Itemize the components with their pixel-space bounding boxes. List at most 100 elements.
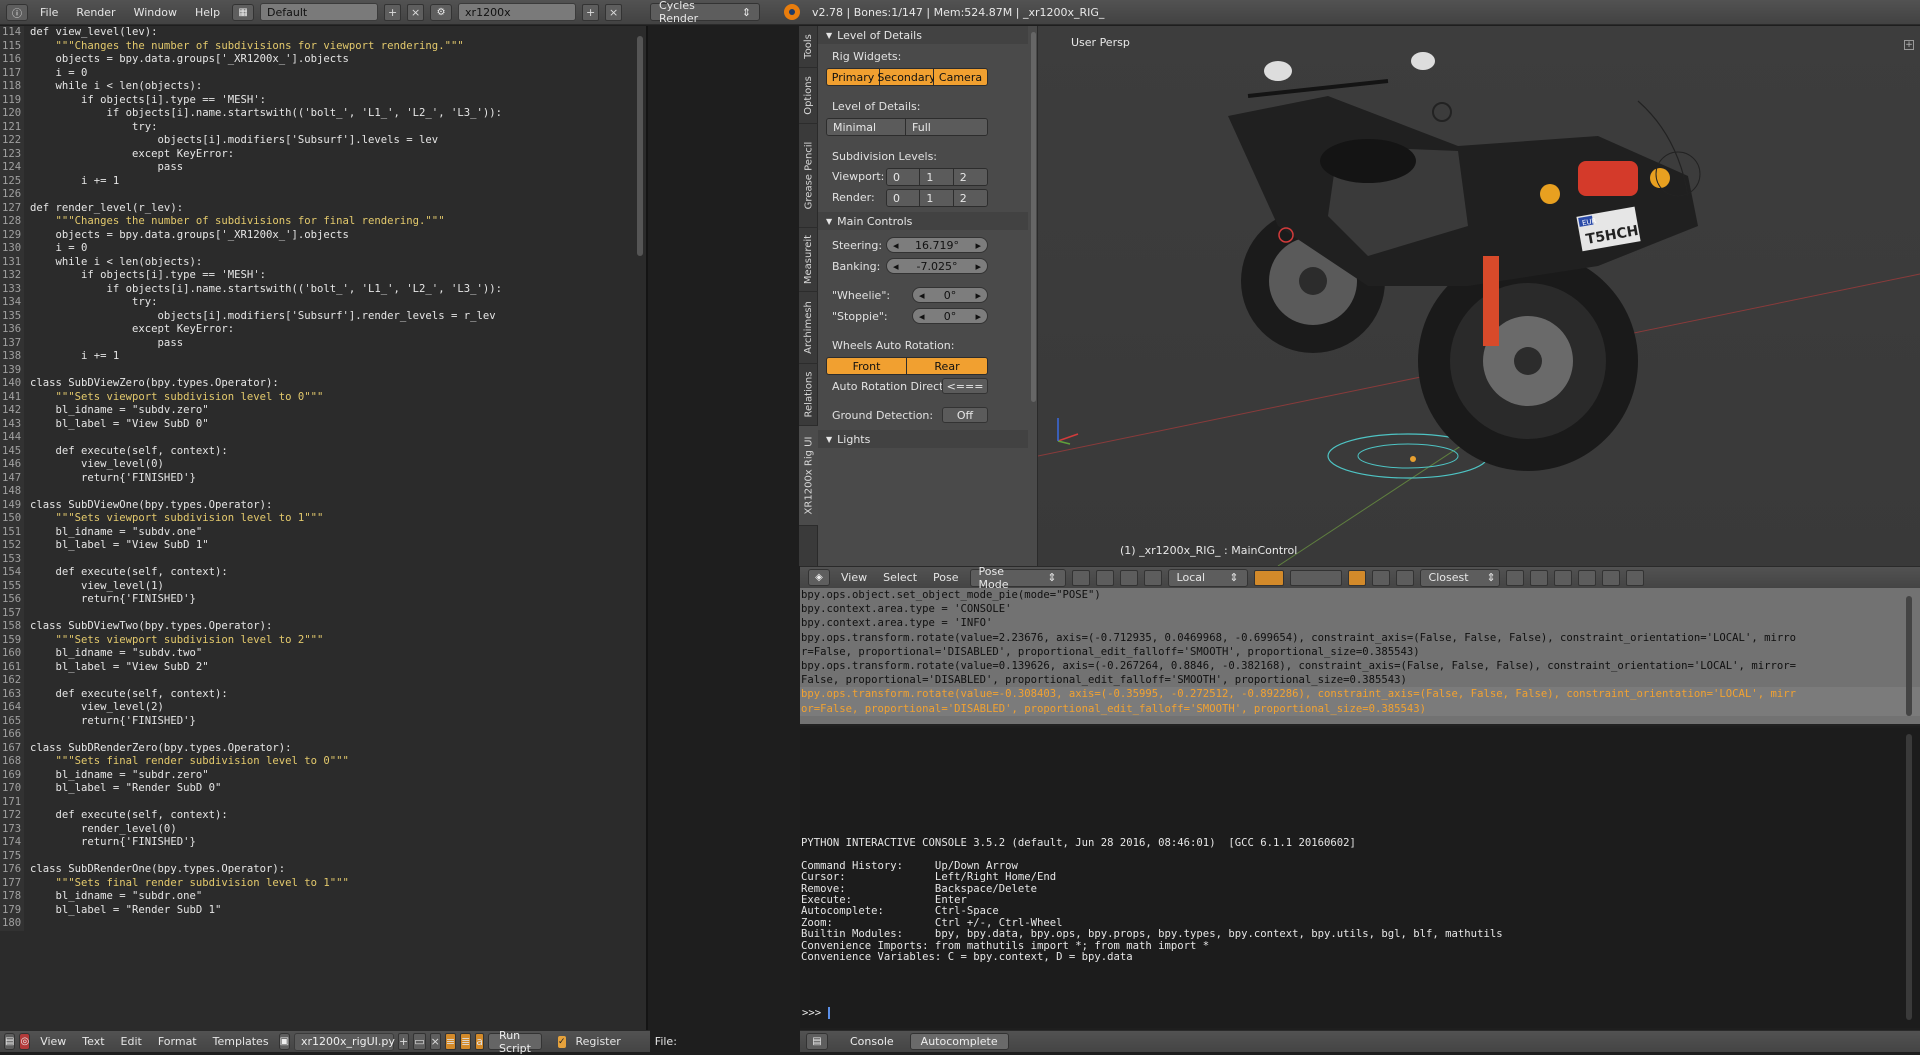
render-level-1[interactable]: 1 xyxy=(920,190,954,206)
code-line[interactable]: 164 view_level(2) xyxy=(0,701,632,715)
text-scrollbar[interactable] xyxy=(637,36,643,256)
info-editor-icon[interactable]: ⓘ xyxy=(6,3,28,21)
menu-view[interactable]: View xyxy=(836,571,872,584)
level-of-details-header[interactable]: ▼ Level of Details xyxy=(818,26,1028,44)
code-line[interactable]: 129 objects = bpy.data.groups['_XR1200x_… xyxy=(0,228,632,242)
code-line[interactable]: 132 if objects[i].type == 'MESH': xyxy=(0,269,632,283)
code-line[interactable]: 121 try: xyxy=(0,120,632,134)
code-line[interactable]: 172 def execute(self, context): xyxy=(0,809,632,823)
code-line[interactable]: 143 bl_label = "View SubD 0" xyxy=(0,417,632,431)
stoppie-slider[interactable]: ◂ 0° ▸ xyxy=(912,308,988,324)
editor-type-icon[interactable]: ◈ xyxy=(808,569,830,586)
auto-rotation-direction-button[interactable]: <=== xyxy=(942,378,988,394)
manipulator-icon[interactable] xyxy=(1119,569,1138,586)
code-line[interactable]: 154 def execute(self, context): xyxy=(0,566,632,580)
increment-arrow-icon[interactable]: ▸ xyxy=(975,310,981,323)
code-line[interactable]: 162 xyxy=(0,674,632,688)
camera-button[interactable]: Camera xyxy=(934,69,987,85)
mode-dropdown[interactable]: Pose Mode ⇕ xyxy=(969,565,1066,591)
render-animation-icon[interactable] xyxy=(1553,569,1572,586)
menu-pose[interactable]: Pose xyxy=(928,571,963,584)
line-numbers-toggle-icon[interactable]: ≡ xyxy=(444,1033,457,1050)
render-preview-icon[interactable] xyxy=(1529,569,1548,586)
menu-edit[interactable]: Edit xyxy=(115,1035,148,1048)
code-line[interactable]: 169 bl_idname = "subdr.zero" xyxy=(0,768,632,782)
3d-viewport[interactable]: User Persp EUR T5HCH (1) _xr1200x_RIG_:… xyxy=(1038,26,1920,566)
orientation-dropdown[interactable]: Local ⇕ xyxy=(1167,568,1248,587)
code-line[interactable]: 115 """Changes the number of subdivision… xyxy=(0,39,632,53)
log-line[interactable]: bpy.context.area.type = 'INFO' xyxy=(800,616,1920,630)
syntax-highlight-toggle-icon[interactable]: a xyxy=(475,1033,485,1050)
viewport-level-0[interactable]: 0 xyxy=(887,169,921,185)
snap-target-dropdown[interactable]: Closest ⇕ xyxy=(1419,568,1500,587)
code-line[interactable]: 160 bl_idname = "subdv.two" xyxy=(0,647,632,661)
code-line[interactable]: 158 class SubDViewTwo(bpy.types.Operator)… xyxy=(0,620,632,634)
wheelie-slider[interactable]: ◂ 0° ▸ xyxy=(912,287,988,303)
paste-pose-icon[interactable] xyxy=(1601,569,1620,586)
log-line[interactable]: r=False, proportional='DISABLED', propor… xyxy=(800,645,1920,659)
editor-type-icon[interactable]: ▤ xyxy=(806,1033,828,1050)
tab-relations[interactable]: Relations xyxy=(799,364,818,426)
code-line[interactable]: 124 pass xyxy=(0,161,632,175)
log-line[interactable]: False, proportional='DISABLED', proporti… xyxy=(800,673,1920,687)
region-toggle-plus-icon[interactable]: + xyxy=(1904,40,1914,50)
full-button[interactable]: Full xyxy=(906,119,987,135)
code-line[interactable]: 123 except KeyError: xyxy=(0,147,632,161)
menu-render[interactable]: Render xyxy=(70,6,121,19)
info-log[interactable]: bpy.ops.object.set_object_mode_pie(mode=… xyxy=(800,588,1920,726)
delete-scene-button[interactable]: × xyxy=(605,3,623,21)
delete-screen-button[interactable]: × xyxy=(407,3,425,21)
menu-help[interactable]: Help xyxy=(189,6,226,19)
code-line[interactable]: 114 def view_level(lev): xyxy=(0,26,632,40)
code-line[interactable]: 118 while i < len(objects): xyxy=(0,80,632,94)
code-line[interactable]: 142 bl_idname = "subdv.zero" xyxy=(0,404,632,418)
text-editor[interactable]: 114 def view_level(lev): 115 """Changes th… xyxy=(0,26,648,1030)
code-line[interactable]: 153 xyxy=(0,552,632,566)
code-line[interactable]: 180 xyxy=(0,917,632,931)
panel-scrollbar[interactable] xyxy=(1031,32,1036,402)
code-line[interactable]: 156 return{'FINISHED'} xyxy=(0,593,632,607)
code-line[interactable]: 138 i += 1 xyxy=(0,350,632,364)
log-line[interactable]: bpy.ops.transform.rotate(value=-0.308403… xyxy=(800,687,1920,702)
code-line[interactable]: 155 view_level(1) xyxy=(0,579,632,593)
run-script-button[interactable]: Run Script xyxy=(488,1029,542,1055)
increment-arrow-icon[interactable]: ▸ xyxy=(975,239,981,252)
log-line[interactable]: bpy.ops.transform.rotate(value=2.23676, … xyxy=(800,631,1920,645)
code-line[interactable]: 130 i = 0 xyxy=(0,242,632,256)
decrement-arrow-icon[interactable]: ◂ xyxy=(893,239,899,252)
decrement-arrow-icon[interactable]: ◂ xyxy=(919,310,925,323)
tab-tools[interactable]: Tools xyxy=(799,26,818,68)
motorcycle-scene[interactable]: EUR T5HCH xyxy=(1038,26,1920,566)
scene-field[interactable]: xr1200x xyxy=(458,3,577,21)
code-line[interactable]: 126 xyxy=(0,188,632,202)
code-area[interactable]: 114 def view_level(lev): 115 """Changes th… xyxy=(0,26,632,931)
lights-header[interactable]: ▼ Lights xyxy=(818,430,1028,448)
rear-wheel-button[interactable]: Rear xyxy=(907,358,987,374)
code-line[interactable]: 163 def execute(self, context): xyxy=(0,687,632,701)
primary-button[interactable]: Primary xyxy=(827,69,881,85)
code-line[interactable]: 147 return{'FINISHED'} xyxy=(0,471,632,485)
code-line[interactable]: 161 bl_label = "View SubD 2" xyxy=(0,660,632,674)
code-line[interactable]: 127 def render_level(r_lev): xyxy=(0,201,632,215)
tab-grease-pencil[interactable]: Grease Pencil xyxy=(799,124,818,228)
code-line[interactable]: 171 xyxy=(0,795,632,809)
code-line[interactable]: 125 i += 1 xyxy=(0,174,632,188)
code-line[interactable]: 144 xyxy=(0,431,632,445)
code-line[interactable]: 139 xyxy=(0,363,632,377)
code-line[interactable]: 120 if objects[i].name.startswith(('bolt… xyxy=(0,107,632,121)
python-console[interactable]: PYTHON INTERACTIVE CONSOLE 3.5.2 (defaul… xyxy=(800,728,1920,1028)
code-line[interactable]: 168 """Sets final render subdivision lev… xyxy=(0,755,632,769)
render-level-0[interactable]: 0 xyxy=(887,190,921,206)
viewport-level-2[interactable]: 2 xyxy=(953,169,987,185)
code-line[interactable]: 151 bl_idname = "subdv.one" xyxy=(0,525,632,539)
front-wheel-button[interactable]: Front xyxy=(827,358,907,374)
text-browse-icon[interactable]: ▣ xyxy=(278,1033,291,1050)
code-line[interactable]: 149 class SubDViewOne(bpy.types.Operator)… xyxy=(0,498,632,512)
main-controls-header[interactable]: ▼ Main Controls xyxy=(818,212,1028,230)
code-line[interactable]: 167 class SubDRenderZero(bpy.types.Operat… xyxy=(0,741,632,755)
code-line[interactable]: 173 render_level(0) xyxy=(0,822,632,836)
code-line[interactable]: 145 def execute(self, context): xyxy=(0,444,632,458)
add-scene-button[interactable]: + xyxy=(582,3,600,21)
code-line[interactable]: 170 bl_label = "Render SubD 0" xyxy=(0,782,632,796)
word-wrap-toggle-icon[interactable]: ≣ xyxy=(460,1033,472,1050)
